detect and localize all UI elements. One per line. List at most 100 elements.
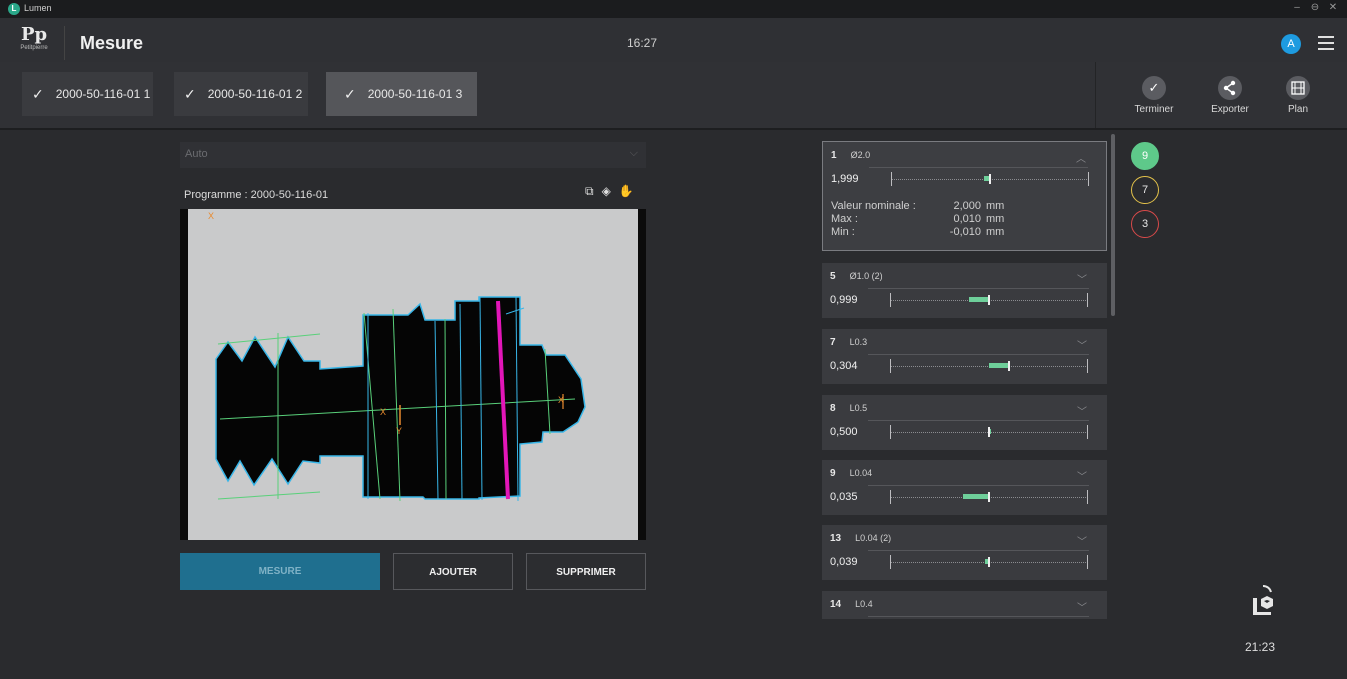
measurement-header: 14 L0.4 [830, 599, 873, 610]
measurement-number: 9 [830, 468, 836, 479]
chevron-down-icon[interactable]: ﹀ [1077, 337, 1087, 352]
tab-label: 2000-50-116-01 2 [207, 87, 303, 101]
x-axis-label: X [558, 395, 564, 405]
tab-label: 2000-50-116-01 1 [55, 87, 151, 101]
measurement-label: L0.4 [855, 599, 873, 609]
x-axis-label: X [208, 211, 214, 221]
card-divider [868, 485, 1089, 486]
company-logo: Pp Petitpierre [12, 26, 56, 60]
measurement-card[interactable]: 13 L0.04 (2) ﹀ 0,039 [822, 525, 1107, 580]
plan-label: Plan [1287, 104, 1308, 115]
tab-part-3[interactable]: ✓ 2000-50-116-01 3 [326, 72, 477, 116]
detail-key: Max : [831, 213, 858, 225]
ajouter-button[interactable]: AJOUTER [393, 553, 513, 590]
clock: 16:27 [627, 36, 658, 50]
company-logo-text: Pp [20, 24, 48, 45]
card-divider [868, 354, 1089, 355]
tab-part-1[interactable]: ✓ 2000-50-116-01 1 [22, 72, 153, 116]
x-axis-label: X [380, 407, 386, 417]
measurement-card[interactable]: 1 Ø2.0 ︿ 1,999 Valeur nominale :2,000 mm Max :… [822, 141, 1107, 251]
y-axis-label: Y [396, 426, 402, 436]
gauge-min-cap [890, 425, 891, 439]
program-label: Programme : 2000-50-116-01 [184, 189, 329, 201]
mesure-button[interactable]: MESURE [180, 553, 380, 590]
hamburger-menu-icon[interactable] [1318, 36, 1334, 52]
measurement-camera-view[interactable]: X X Y X [180, 209, 646, 540]
plan-button[interactable]: Plan [1270, 76, 1326, 115]
detail-row: Min : -0,010 mm [831, 226, 1004, 239]
measurement-number: 5 [830, 271, 836, 282]
close-icon[interactable]: ✕ [1326, 2, 1340, 13]
gauge-max-cap [1087, 425, 1088, 439]
detail-key: Valeur nominale : [831, 200, 916, 212]
detail-value: 2,000 [953, 200, 981, 212]
terminer-button[interactable]: ✓ Terminer [1126, 76, 1182, 115]
measurement-card[interactable]: 8 L0.5 ﹀ 0,500 [822, 395, 1107, 450]
measurement-label: Ø1.0 (2) [849, 271, 883, 281]
card-divider [868, 420, 1089, 421]
exporter-label: Exporter [1211, 104, 1249, 115]
gauge-min-cap [890, 490, 891, 504]
gauge-value-marker [988, 557, 990, 567]
supprimer-button[interactable]: SUPPRIMER [526, 553, 646, 590]
gauge-deviation-bar [969, 297, 989, 302]
measurement-label: L0.04 [849, 468, 873, 478]
avatar[interactable]: A [1281, 34, 1301, 54]
hand-pan-icon[interactable]: ✋ [619, 184, 634, 198]
measurement-value: 0,039 [830, 556, 858, 568]
gauge-deviation-bar [963, 494, 989, 499]
gauge-max-cap [1087, 359, 1088, 373]
check-circle-icon: ✓ [1142, 76, 1166, 100]
mode-select-value: Auto [185, 148, 208, 160]
part-silhouette: X X Y X [188, 209, 638, 540]
error-count-badge[interactable]: 3 [1131, 210, 1159, 238]
gauge-value-marker [989, 174, 991, 184]
chevron-down-icon[interactable]: ﹀ [1077, 271, 1087, 286]
warning-count-badge[interactable]: 7 [1131, 176, 1159, 204]
chevron-up-icon[interactable]: ︿ [1076, 150, 1086, 165]
gauge-max-cap [1087, 490, 1088, 504]
measurement-card[interactable]: 5 Ø1.0 (2) ﹀ 0,999 [822, 263, 1107, 318]
measurement-card[interactable]: 7 L0.3 ﹀ 0,304 [822, 329, 1107, 384]
measurement-header: 5 Ø1.0 (2) [830, 271, 883, 282]
app-header [0, 18, 1347, 63]
measurement-value: 0,304 [830, 360, 858, 372]
gauge-min-cap [891, 172, 892, 186]
detail-unit: mm [986, 226, 1005, 238]
check-icon: ✓ [344, 85, 356, 102]
measurement-number: 8 [830, 403, 836, 414]
detail-value: -0,010 [949, 226, 981, 238]
tolerance-gauge [890, 359, 1088, 373]
measurement-list-scrollbar[interactable] [1111, 134, 1115, 316]
detail-row: Max : 0,010 mm [831, 213, 1004, 226]
gauge-deviation-bar [989, 363, 1009, 368]
detail-unit: mm [986, 213, 1005, 225]
measurement-label: L0.04 (2) [855, 533, 892, 543]
layers-icon[interactable]: ◈ [602, 184, 611, 198]
tab-part-2[interactable]: ✓ 2000-50-116-01 2 [174, 72, 308, 116]
exporter-button[interactable]: Exporter [1202, 76, 1258, 115]
ok-count-badge[interactable]: 9 [1131, 142, 1159, 170]
chevron-down-icon[interactable]: ﹀ [1077, 403, 1087, 418]
fit-view-icon[interactable]: ⧉ [585, 184, 594, 198]
measurement-details: Valeur nominale :2,000 mm Max :0,010 mm Min … [831, 200, 1004, 239]
gauge-min-cap [890, 293, 891, 307]
chevron-down-icon[interactable]: ﹀ [1077, 599, 1087, 614]
mode-select[interactable]: Auto ⌵ [180, 142, 646, 168]
gauge-min-cap [890, 359, 891, 373]
measurement-value: 0,500 [830, 426, 858, 438]
chevron-down-icon[interactable]: ﹀ [1077, 468, 1087, 483]
minimize-icon[interactable]: – [1290, 2, 1304, 13]
image-toolbar: ⧉ ◈ ✋ [585, 184, 642, 199]
chevron-down-icon[interactable]: ﹀ [1077, 533, 1087, 548]
measurement-header: 1 Ø2.0 [831, 150, 870, 161]
restore-icon[interactable]: ⊖ [1308, 2, 1322, 13]
measurement-card[interactable]: 9 L0.04 ﹀ 0,035 [822, 460, 1107, 515]
detail-value: 0,010 [953, 213, 981, 225]
actions-divider [1095, 62, 1096, 128]
detail-unit: mm [986, 200, 1005, 212]
measurement-card[interactable]: 14 L0.4 ﹀ [822, 591, 1107, 619]
chevron-down-icon: ⌵ [629, 147, 638, 159]
footer-time: 21:23 [1245, 640, 1276, 654]
app-logo-icon: L [8, 3, 20, 15]
